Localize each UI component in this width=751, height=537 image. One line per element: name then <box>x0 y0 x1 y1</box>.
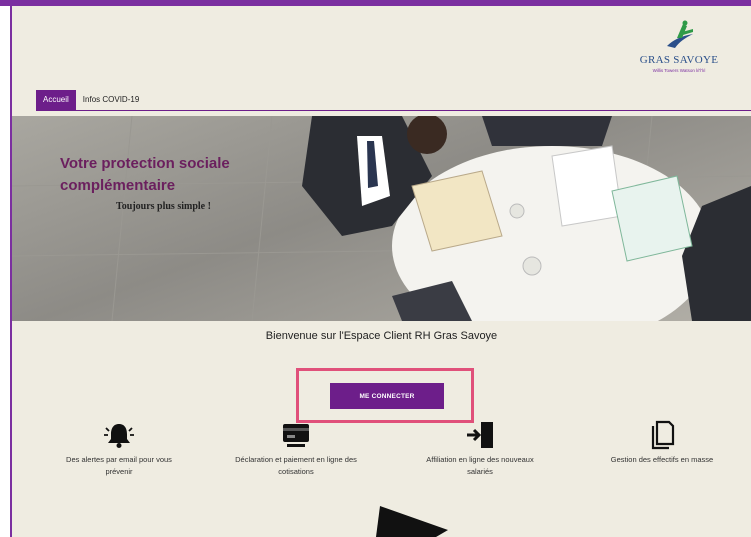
feature-email-alerts: Des alertes par email pour vous prévenir <box>34 420 204 478</box>
tab-accueil[interactable]: Accueil <box>36 90 76 110</box>
credit-card-icon <box>283 424 309 447</box>
decorative-arrow-icon <box>376 506 448 537</box>
documents-icon <box>651 420 675 450</box>
main-nav: Accueil Infos COVID-19 <box>36 90 146 110</box>
hero-title-line2: complémentaire <box>60 177 176 194</box>
hero-title-line1: Votre protection sociale <box>60 155 230 172</box>
hero-meeting-photo <box>12 116 751 321</box>
feature-online-affiliation: Affiliation en ligne des nouveaux salari… <box>400 420 560 478</box>
hero-title: Votre protection sociale complémentaire <box>60 153 290 197</box>
feature-mass-management: Gestion des effectifs en masse <box>582 420 742 466</box>
feature-online-payment-line1: Déclaration et paiement en ligne des <box>235 455 357 464</box>
brand-tagline: Willis Towers Watson lıl'l'lıl <box>652 68 706 73</box>
tab-infos-covid[interactable]: Infos COVID-19 <box>76 90 146 110</box>
logo-figure-icon <box>667 20 693 48</box>
feature-email-alerts-line2: prévenir <box>105 467 133 476</box>
login-button[interactable]: ME CONNECTER <box>330 383 444 409</box>
brand-name: GRAS SAVOYE <box>639 54 719 66</box>
feature-online-affiliation-line1: Affiliation en ligne des nouveaux <box>426 455 534 464</box>
feature-online-payment-line2: cotisations <box>278 467 314 476</box>
hero-banner: Votre protection sociale complémentaire … <box>12 116 751 321</box>
door-enter-icon <box>467 422 493 448</box>
bell-alert-icon <box>104 424 134 448</box>
feature-mass-management-line1: Gestion des effectifs en masse <box>610 455 714 464</box>
page-frame: GRAS SAVOYE Willis Towers Watson lıl'l'l… <box>10 6 751 537</box>
welcome-heading: Bienvenue sur l'Espace Client RH Gras Sa… <box>265 330 498 342</box>
feature-online-payment: Déclaration et paiement en ligne des cot… <box>210 420 382 478</box>
feature-email-alerts-line1: Des alertes par email pour vous <box>66 455 172 464</box>
nav-underline <box>36 110 751 111</box>
hero-subtitle: Toujours plus simple ! <box>116 201 211 212</box>
brand-logo[interactable]: GRAS SAVOYE Willis Towers Watson lıl'l'l… <box>619 20 739 76</box>
feature-online-affiliation-line2: salariés <box>467 467 493 476</box>
